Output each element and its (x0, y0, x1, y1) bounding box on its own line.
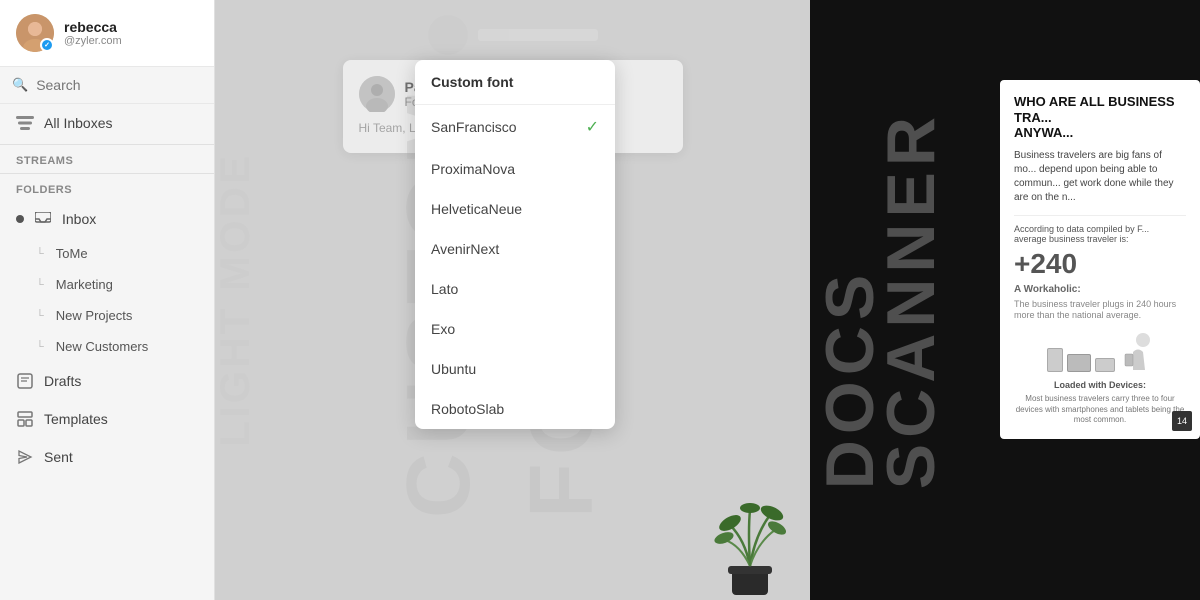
search-input[interactable] (36, 77, 202, 93)
font-item-ubuntu[interactable]: Ubuntu (415, 349, 615, 389)
profile-info: rebecca @zyler.com (64, 19, 122, 47)
devices-visual (1014, 332, 1186, 372)
sub-arrow-icon4: └ (36, 341, 44, 353)
nav-drafts[interactable]: Drafts (0, 362, 214, 400)
light-mode-watermark: LIGHT MODE (215, 0, 255, 600)
inbox-icon (34, 210, 52, 228)
sub-item-new-customers[interactable]: └ New Customers (0, 331, 214, 362)
inbox-all-icon (16, 114, 34, 132)
streams-section-label: STREAMS (0, 147, 214, 171)
nav-templates[interactable]: Templates (0, 400, 214, 438)
font-name-hn: HelveticaNeue (431, 201, 522, 217)
sub-arrow-icon2: └ (36, 279, 44, 291)
sent-icon (16, 448, 34, 466)
nav-sent[interactable]: Sent (0, 438, 214, 476)
page-number: 14 (1172, 411, 1192, 431)
inbox-label: Inbox (62, 211, 96, 227)
loaded-title: Loaded with Devices: (1014, 380, 1186, 390)
font-item-lato[interactable]: Lato (415, 269, 615, 309)
font-item-helveticaneue[interactable]: HelveticaNeue (415, 189, 615, 229)
drafts-icon (16, 372, 34, 390)
sub-arrow-icon: └ (36, 248, 44, 260)
nav-all-inboxes[interactable]: All Inboxes (0, 104, 214, 142)
font-item-avenirnext[interactable]: AvenirNext (415, 229, 615, 269)
nav-section: All Inboxes STREAMS FOLDERS Inbox └ ToMe (0, 104, 214, 600)
main-content: LIGHT MODE Paula M Font change (215, 0, 810, 600)
sent-label: Sent (44, 449, 73, 465)
search-bar[interactable]: 🔍 (0, 67, 214, 104)
font-name-rs: RobotoSlab (431, 401, 504, 417)
font-name-pn: ProximaNova (431, 161, 515, 177)
sub-arrow-icon3: └ (36, 310, 44, 322)
profile-name: rebecca (64, 19, 122, 35)
font-name-ubuntu: Ubuntu (431, 361, 476, 377)
sub-item-tome[interactable]: └ ToMe (0, 238, 214, 269)
dropdown-header: Custom font (415, 60, 615, 105)
avatar (16, 14, 54, 52)
stat-number: +240 (1014, 248, 1186, 280)
font-item-robotoslab[interactable]: RobotoSlab (415, 389, 615, 429)
search-icon: 🔍 (12, 77, 28, 93)
light-mode-text: LIGHT MODE (215, 153, 259, 447)
inbox-dot (16, 215, 24, 223)
font-name-lato: Lato (431, 281, 458, 297)
font-item-sanfrancisco[interactable]: SanFrancisco ✓ (415, 105, 615, 149)
sub-new-customers-label: New Customers (56, 339, 148, 354)
sub-item-new-projects[interactable]: └ New Projects (0, 300, 214, 331)
verified-badge (40, 38, 54, 52)
font-name-exo: Exo (431, 321, 455, 337)
docs-text: DOCS SCANNER (820, 111, 942, 489)
sub-new-projects-label: New Projects (56, 308, 133, 323)
all-inboxes-label: All Inboxes (44, 115, 112, 131)
nav-inbox[interactable]: Inbox (0, 200, 214, 238)
templates-label: Templates (44, 411, 108, 427)
profile-handle: @zyler.com (64, 35, 122, 47)
email-avatar (359, 76, 395, 112)
article-title: WHO ARE ALL BUSINESS TRA...ANYWA... (1014, 94, 1186, 141)
font-dropdown: Custom font SanFrancisco ✓ ProximaNova H… (415, 60, 615, 429)
sub-item-marketing[interactable]: └ Marketing (0, 269, 214, 300)
font-name-sf: SanFrancisco (431, 119, 517, 135)
profile-area[interactable]: rebecca @zyler.com (0, 0, 214, 67)
loaded-desc: Most business travelers carry three to f… (1014, 394, 1186, 425)
font-item-proximanova[interactable]: ProximaNova (415, 149, 615, 189)
templates-icon (16, 410, 34, 428)
article-body: Business travelers are big fans of mo...… (1014, 149, 1186, 205)
font-item-exo[interactable]: Exo (415, 309, 615, 349)
article-card: WHO ARE ALL BUSINESS TRA...ANYWA... Busi… (1000, 80, 1200, 439)
selected-checkmark: ✓ (586, 117, 599, 137)
right-panel: DOCS SCANNER WHO ARE ALL BUSINESS TRA...… (810, 0, 1200, 600)
drafts-label: Drafts (44, 373, 81, 389)
font-name-an: AvenirNext (431, 241, 499, 257)
plant-decoration (710, 470, 790, 600)
sidebar: rebecca @zyler.com 🔍 All Inboxes STREAMS (0, 0, 215, 600)
docs-scanner-labels: DOCS SCANNER (820, 0, 942, 600)
sub-tome-label: ToMe (56, 246, 88, 261)
folders-section-label: FOLDERS (0, 176, 214, 200)
stat-desc: The business traveler plugs in 240 hours… (1014, 299, 1186, 322)
stat-source: According to data compiled by F...averag… (1014, 224, 1186, 244)
sub-marketing-label: Marketing (56, 277, 113, 292)
stat-label: A Workaholic: (1014, 284, 1186, 295)
